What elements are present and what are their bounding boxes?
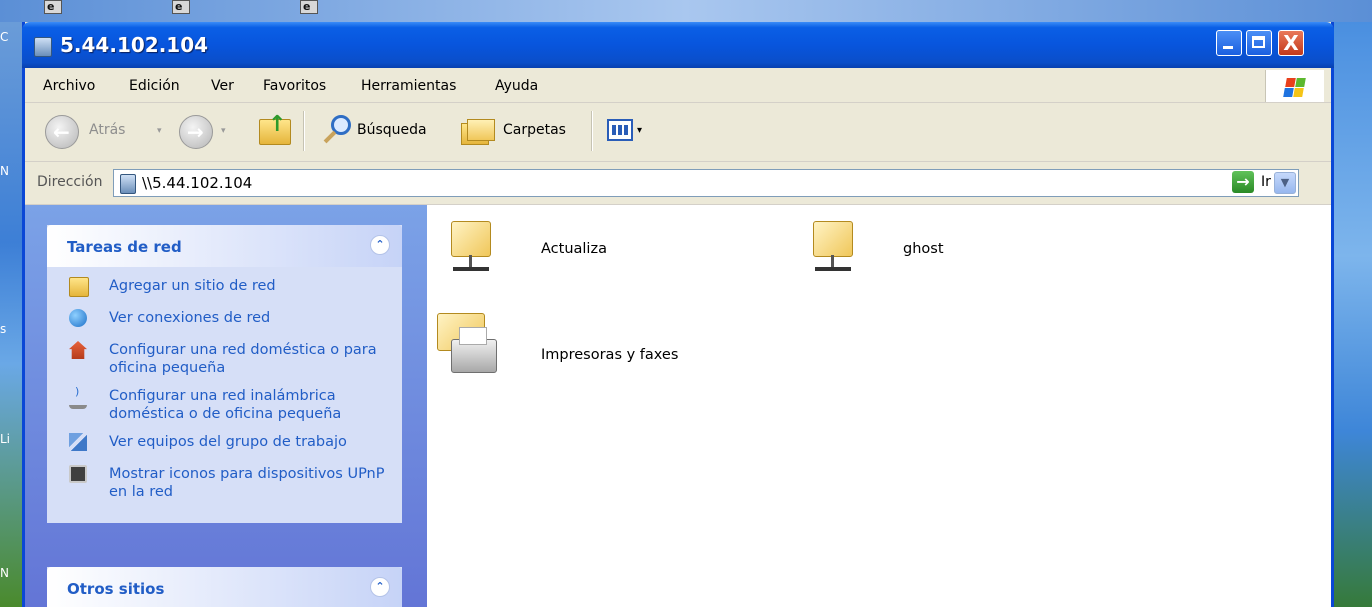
forward-dropdown-icon: ▾: [221, 126, 226, 136]
desktop-icon-label: N: [0, 164, 9, 178]
folders-icon: [461, 119, 495, 145]
desktop-shortcut-icon[interactable]: e: [44, 0, 62, 14]
task-add-network-place[interactable]: Agregar un sitio de red: [47, 277, 402, 299]
maximize-button[interactable]: [1246, 30, 1272, 56]
views-button[interactable]: ▾: [603, 109, 663, 153]
file-view: Actualiza ghost Impresoras y faxes: [427, 205, 1331, 607]
shared-folder-actualiza[interactable]: Actualiza: [443, 215, 663, 285]
wireless-network-icon: ): [69, 385, 87, 409]
workgroup-icon: [69, 433, 87, 451]
menu-edicion[interactable]: Edición: [129, 78, 180, 94]
back-dropdown-icon: ▾: [157, 126, 162, 136]
task-view-network-connections[interactable]: Ver conexiones de red: [47, 309, 402, 331]
explorer-window: 5.44.102.104 X Archivo Edición Ver Favor…: [22, 22, 1334, 607]
go-arrow-icon[interactable]: →: [1232, 171, 1254, 193]
other-places-header[interactable]: Otros sitios ⌃: [47, 567, 402, 607]
desktop-top-strip: e e e: [0, 0, 1372, 22]
close-icon: X: [1283, 31, 1299, 55]
desktop-background: [1332, 22, 1372, 607]
item-label: Impresoras y faxes: [541, 347, 679, 363]
address-label: Dirección: [37, 174, 103, 190]
views-dropdown-icon: ▾: [637, 125, 643, 136]
back-label: Atrás: [89, 122, 126, 138]
forward-arrow-icon: →: [179, 115, 213, 149]
address-dropdown-button[interactable]: ▼: [1274, 172, 1296, 194]
address-input[interactable]: \\5.44.102.104 ▼: [113, 169, 1299, 197]
back-button[interactable]: ← Atrás ▾: [37, 109, 169, 153]
search-button[interactable]: Búsqueda: [313, 109, 441, 153]
menu-archivo[interactable]: Archivo: [43, 78, 95, 94]
desktop-icon-label: C: [0, 30, 9, 44]
upnp-device-icon: [69, 465, 87, 483]
task-setup-home-network[interactable]: Configurar una red doméstica o para ofic…: [47, 341, 402, 377]
maximize-icon: [1252, 36, 1265, 48]
up-folder-button[interactable]: ↑: [255, 109, 295, 153]
desktop-icon-label: N: [0, 566, 9, 580]
shared-folder-ghost[interactable]: ghost: [805, 215, 1025, 285]
minimize-icon: [1223, 46, 1233, 49]
search-icon: [323, 115, 353, 147]
home-network-icon: [69, 341, 87, 359]
desktop-shortcut-icon[interactable]: e: [172, 0, 190, 14]
windows-logo-icon: [1265, 70, 1324, 102]
network-connections-icon: [69, 309, 87, 327]
item-label: Actualiza: [541, 241, 607, 257]
task-label: Mostrar iconos para dispositivos UPnP en…: [109, 466, 385, 500]
network-tasks-title: Tareas de red: [67, 238, 182, 256]
toolbar-separator: [303, 111, 305, 151]
minimize-button[interactable]: [1216, 30, 1242, 56]
add-network-place-icon: [69, 277, 89, 297]
network-tasks-panel: Tareas de red ⌃ Agregar un sitio de red …: [47, 225, 402, 523]
menu-herramientas[interactable]: Herramientas: [361, 78, 456, 94]
folders-button[interactable]: Carpetas: [453, 109, 585, 153]
task-label: Ver equipos del grupo de trabajo: [109, 434, 347, 450]
address-bar: Dirección \\5.44.102.104 ▼ → Ir: [25, 162, 1331, 205]
close-button[interactable]: X: [1278, 30, 1304, 56]
item-label: ghost: [903, 241, 944, 257]
network-drive-icon: [34, 37, 52, 57]
task-show-upnp-icons[interactable]: Mostrar iconos para dispositivos UPnP en…: [47, 465, 402, 501]
folders-label: Carpetas: [503, 122, 566, 138]
desktop-icon-label: Li: [0, 432, 11, 446]
window-title: 5.44.102.104: [60, 33, 209, 57]
collapse-chevron-icon[interactable]: ⌃: [370, 235, 390, 255]
task-label: Agregar un sitio de red: [109, 278, 276, 294]
shared-folder-icon: [447, 219, 495, 275]
task-label: Ver conexiones de red: [109, 310, 271, 326]
views-icon: [607, 119, 633, 141]
network-tasks-list: Agregar un sitio de red Ver conexiones d…: [47, 267, 402, 523]
printers-faxes-icon: [437, 309, 501, 379]
printers-and-faxes-folder[interactable]: Impresoras y faxes: [437, 309, 737, 389]
go-button[interactable]: Ir: [1261, 174, 1271, 190]
network-tasks-header[interactable]: Tareas de red ⌃: [47, 225, 402, 267]
menu-favoritos[interactable]: Favoritos: [263, 78, 326, 94]
standard-toolbar: ← Atrás ▾ → ▾ ↑ Búsqueda Carpetas ▾: [25, 103, 1331, 162]
desktop-shortcut-icon[interactable]: e: [300, 0, 318, 14]
up-folder-icon: ↑: [259, 112, 291, 145]
task-view-workgroup[interactable]: Ver equipos del grupo de trabajo: [47, 433, 402, 455]
task-setup-wireless-network[interactable]: ) Configurar una red inalámbrica domésti…: [47, 385, 402, 423]
toolbar-separator: [591, 111, 593, 151]
other-places-title: Otros sitios: [67, 580, 165, 598]
back-arrow-icon: ←: [45, 115, 79, 149]
collapse-chevron-icon[interactable]: ⌃: [370, 577, 390, 597]
forward-button[interactable]: → ▾: [175, 109, 235, 153]
title-bar[interactable]: 5.44.102.104 X: [22, 22, 1334, 68]
shared-folder-icon: [809, 219, 857, 275]
desktop-icon-label: s: [0, 322, 7, 336]
network-drive-icon: [120, 174, 136, 194]
menu-ver[interactable]: Ver: [211, 78, 234, 94]
search-label: Búsqueda: [357, 122, 427, 138]
task-label: Configurar una red inalámbrica doméstica…: [109, 388, 342, 422]
address-value: \\5.44.102.104: [142, 174, 253, 192]
other-places-panel: Otros sitios ⌃: [47, 567, 402, 607]
task-label: Configurar una red doméstica o para ofic…: [109, 342, 377, 376]
menu-ayuda[interactable]: Ayuda: [495, 78, 538, 94]
menu-bar: Archivo Edición Ver Favoritos Herramient…: [25, 68, 1331, 103]
task-pane: Tareas de red ⌃ Agregar un sitio de red …: [25, 205, 427, 607]
